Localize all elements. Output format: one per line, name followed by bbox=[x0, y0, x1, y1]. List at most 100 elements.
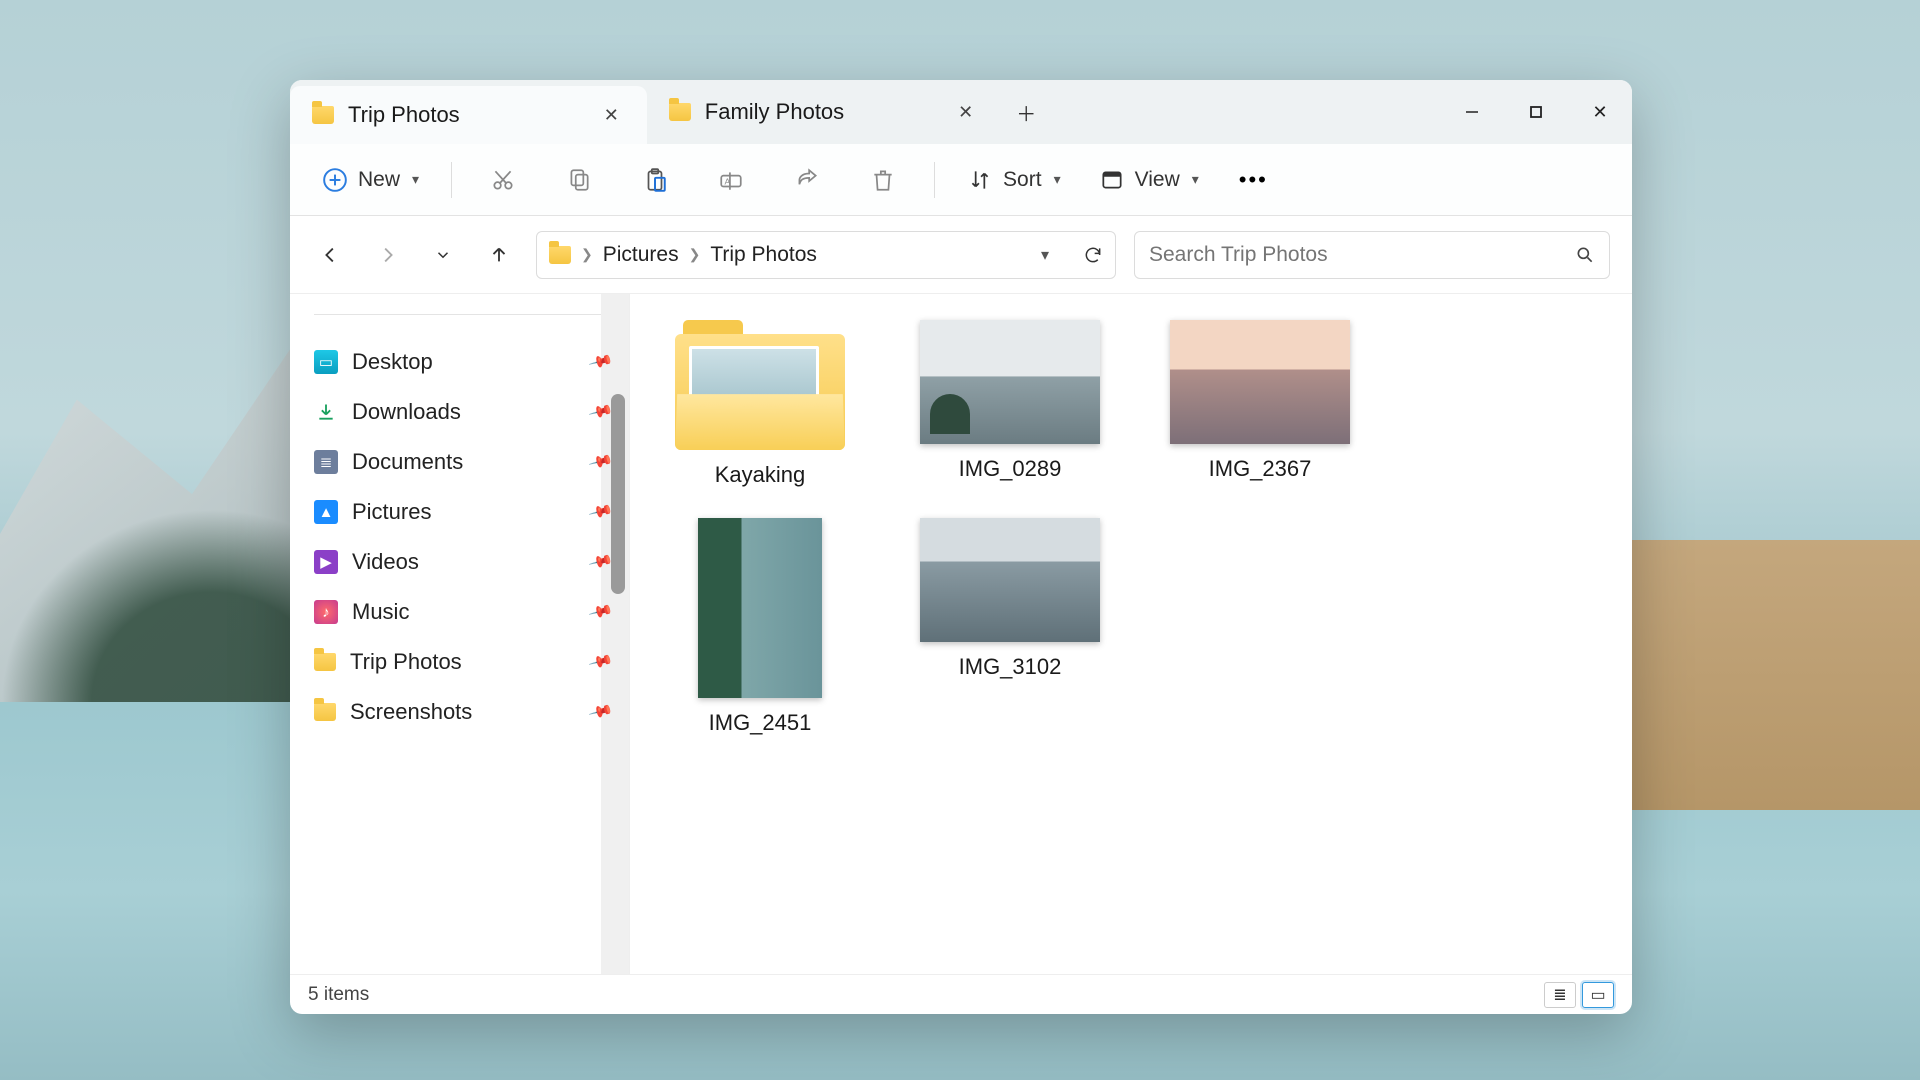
folder-item[interactable]: Kayaking bbox=[660, 320, 860, 488]
refresh-icon[interactable] bbox=[1083, 245, 1103, 265]
folder-icon bbox=[669, 103, 691, 121]
sidebar-item-label: Downloads bbox=[352, 399, 461, 425]
sidebar-item-documents[interactable]: ≣ Documents 📌 bbox=[304, 437, 621, 487]
tab-title: Trip Photos bbox=[348, 102, 460, 128]
sidebar-item-desktop[interactable]: ▭ Desktop 📌 bbox=[304, 337, 621, 387]
breadcrumb-dropdown[interactable]: ▾ bbox=[1041, 245, 1049, 265]
navigation-bar: ❯ Pictures ❯ Trip Photos ▾ bbox=[290, 216, 1632, 294]
image-item[interactable]: IMG_2451 bbox=[660, 518, 860, 736]
plus-circle-icon bbox=[322, 167, 348, 193]
chevron-down-icon: ▾ bbox=[412, 171, 419, 188]
breadcrumb-segment[interactable]: Pictures bbox=[603, 243, 679, 267]
more-button[interactable]: ••• bbox=[1223, 161, 1284, 199]
sidebar-item-label: Desktop bbox=[352, 349, 433, 375]
pin-icon[interactable]: 📌 bbox=[587, 448, 614, 475]
tab-title: Family Photos bbox=[705, 99, 844, 125]
chevron-right-icon: ❯ bbox=[689, 246, 701, 263]
back-button[interactable] bbox=[312, 236, 350, 274]
sidebar-item-music[interactable]: ♪ Music 📌 bbox=[304, 587, 621, 637]
desktop-icon: ▭ bbox=[314, 350, 338, 374]
sidebar-item-downloads[interactable]: Downloads 📌 bbox=[304, 387, 621, 437]
image-item[interactable]: IMG_0289 bbox=[910, 320, 1110, 488]
tab-family-photos[interactable]: Family Photos ✕ bbox=[647, 80, 1001, 144]
pin-icon[interactable]: 📌 bbox=[587, 398, 614, 425]
folder-icon bbox=[314, 703, 336, 721]
copy-button[interactable] bbox=[546, 157, 612, 203]
view-button[interactable]: View ▾ bbox=[1085, 159, 1213, 201]
close-tab-button[interactable]: ✕ bbox=[598, 101, 625, 130]
item-count: 5 items bbox=[308, 984, 369, 1006]
sort-button[interactable]: Sort ▾ bbox=[953, 159, 1075, 201]
pin-icon[interactable]: 📌 bbox=[587, 698, 614, 725]
downloads-icon bbox=[314, 400, 338, 424]
pin-icon[interactable]: 📌 bbox=[587, 348, 614, 375]
breadcrumb-segment[interactable]: Trip Photos bbox=[710, 243, 817, 267]
image-thumbnail bbox=[1170, 320, 1350, 444]
address-bar[interactable]: ❯ Pictures ❯ Trip Photos ▾ bbox=[536, 231, 1116, 279]
chevron-right-icon: ❯ bbox=[581, 246, 593, 263]
close-tab-button[interactable]: ✕ bbox=[952, 98, 979, 127]
recent-dropdown[interactable] bbox=[424, 236, 462, 274]
share-icon bbox=[794, 167, 820, 193]
image-item[interactable]: IMG_2367 bbox=[1160, 320, 1360, 488]
thumbnails-view-button[interactable]: ▭ bbox=[1582, 982, 1614, 1008]
close-window-button[interactable]: ✕ bbox=[1568, 80, 1632, 144]
sort-label: Sort bbox=[1003, 168, 1042, 192]
minimize-button[interactable] bbox=[1440, 80, 1504, 144]
window-controls: ✕ bbox=[1440, 80, 1632, 144]
new-label: New bbox=[358, 168, 400, 192]
pin-icon[interactable]: 📌 bbox=[587, 648, 614, 675]
svg-text:A: A bbox=[725, 176, 731, 186]
search-box[interactable] bbox=[1134, 231, 1610, 279]
videos-icon: ▶ bbox=[314, 550, 338, 574]
pin-icon[interactable]: 📌 bbox=[587, 548, 614, 575]
item-label: Kayaking bbox=[715, 462, 806, 488]
maximize-button[interactable] bbox=[1504, 80, 1568, 144]
separator bbox=[934, 162, 935, 198]
sidebar-item-label: Videos bbox=[352, 549, 419, 575]
view-switcher: ≣ ▭ bbox=[1544, 982, 1614, 1008]
separator bbox=[314, 314, 611, 315]
search-input[interactable] bbox=[1149, 243, 1575, 267]
clipboard-icon bbox=[642, 167, 668, 193]
sidebar: ▭ Desktop 📌 Downloads 📌 ≣ Documents 📌 ▲ … bbox=[290, 294, 630, 974]
documents-icon: ≣ bbox=[314, 450, 338, 474]
sidebar-item-trip-photos[interactable]: Trip Photos 📌 bbox=[304, 637, 621, 687]
content-area[interactable]: Kayaking IMG_0289 IMG_2367 IMG_2451 IMG_… bbox=[630, 294, 1632, 974]
sidebar-item-label: Documents bbox=[352, 449, 463, 475]
share-button[interactable] bbox=[774, 157, 840, 203]
image-thumbnail bbox=[920, 320, 1100, 444]
folder-icon bbox=[312, 106, 334, 124]
pin-icon[interactable]: 📌 bbox=[587, 598, 614, 625]
chevron-down-icon: ▾ bbox=[1054, 171, 1061, 188]
chevron-down-icon bbox=[434, 246, 452, 264]
sidebar-item-screenshots[interactable]: Screenshots 📌 bbox=[304, 687, 621, 737]
view-label: View bbox=[1135, 168, 1180, 192]
cut-button[interactable] bbox=[470, 157, 536, 203]
up-button[interactable] bbox=[480, 236, 518, 274]
new-button[interactable]: New ▾ bbox=[308, 159, 433, 201]
copy-icon bbox=[566, 167, 592, 193]
sidebar-item-videos[interactable]: ▶ Videos 📌 bbox=[304, 537, 621, 587]
image-item[interactable]: IMG_3102 bbox=[910, 518, 1110, 736]
new-tab-button[interactable]: ＋ bbox=[1001, 80, 1051, 144]
sidebar-item-pictures[interactable]: ▲ Pictures 📌 bbox=[304, 487, 621, 537]
rename-button[interactable]: A bbox=[698, 157, 764, 203]
delete-button[interactable] bbox=[850, 157, 916, 203]
tab-trip-photos[interactable]: Trip Photos ✕ bbox=[290, 86, 647, 144]
file-explorer-window: Trip Photos ✕ Family Photos ✕ ＋ ✕ New ▾ bbox=[290, 80, 1632, 1014]
paste-button[interactable] bbox=[622, 157, 688, 203]
titlebar: Trip Photos ✕ Family Photos ✕ ＋ ✕ bbox=[290, 80, 1632, 144]
view-icon bbox=[1099, 167, 1125, 193]
arrow-left-icon bbox=[320, 244, 342, 266]
arrow-up-icon bbox=[488, 244, 510, 266]
command-bar: New ▾ A Sort ▾ View ▾ bbox=[290, 144, 1632, 216]
separator bbox=[451, 162, 452, 198]
details-view-button[interactable]: ≣ bbox=[1544, 982, 1576, 1008]
pin-icon[interactable]: 📌 bbox=[587, 498, 614, 525]
folder-icon bbox=[549, 246, 571, 264]
folder-thumbnail bbox=[675, 320, 845, 450]
body: ▭ Desktop 📌 Downloads 📌 ≣ Documents 📌 ▲ … bbox=[290, 294, 1632, 974]
image-thumbnail bbox=[698, 518, 822, 698]
forward-button[interactable] bbox=[368, 236, 406, 274]
